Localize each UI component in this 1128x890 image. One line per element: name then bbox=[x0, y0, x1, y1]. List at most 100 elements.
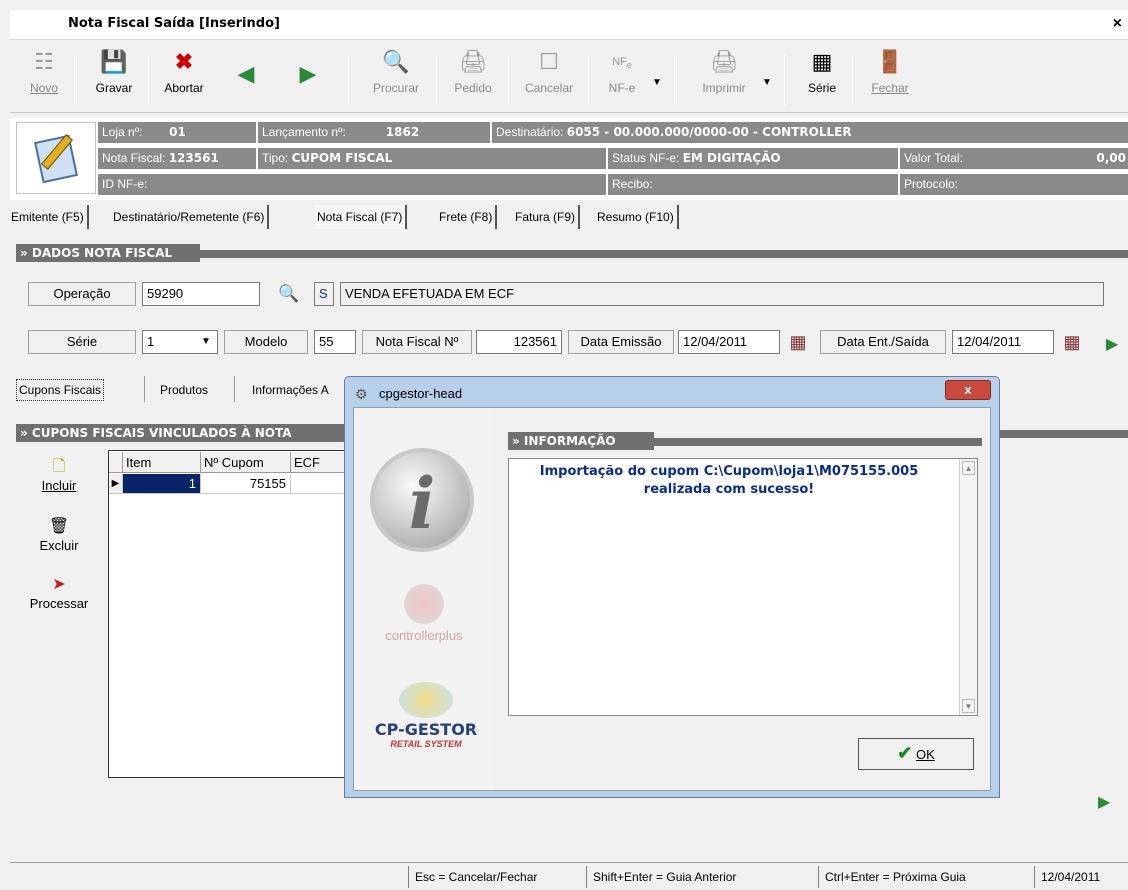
column-header-ecf[interactable]: ECF bbox=[291, 452, 351, 473]
column-header-item[interactable]: Item bbox=[123, 452, 201, 473]
tab-emitente[interactable]: Emitente (F5) bbox=[8, 205, 89, 229]
row-indicator-icon: ▶ bbox=[109, 474, 123, 494]
dialog-message: Importação do cupom C:\Cupom\loja1\M0751… bbox=[539, 464, 919, 497]
calendar-icon[interactable]: ▦ bbox=[1060, 331, 1084, 353]
table-row-ecf[interactable] bbox=[291, 474, 351, 494]
serie-select[interactable]: 1 ▼ bbox=[142, 330, 218, 354]
data-emissao-label: Data Emissão bbox=[568, 330, 674, 354]
edit-document-icon bbox=[16, 122, 96, 194]
operacao-input[interactable]: 59290 bbox=[142, 282, 260, 306]
arrow-right-icon: ▶ bbox=[299, 61, 317, 86]
door-icon: 🚪 bbox=[876, 49, 904, 74]
nfe-button[interactable]: NFe NF-e bbox=[594, 47, 650, 107]
incluir-button[interactable]: 🗋 Incluir bbox=[16, 456, 102, 493]
dialog-scrollbar[interactable]: ▲ ▼ bbox=[959, 459, 977, 715]
trash-icon: 🗑 bbox=[48, 518, 70, 535]
procurar-button[interactable]: 🔍 Procurar bbox=[358, 47, 434, 107]
nfe-dropdown-icon[interactable]: ▼ bbox=[652, 77, 662, 88]
valor-total-field: Valor Total: 0,00 bbox=[900, 148, 1128, 169]
loja-field: Loja nº: 01 bbox=[98, 122, 256, 143]
abort-x-icon: ✖ bbox=[174, 49, 194, 74]
abortar-button[interactable]: ✖ Abortar bbox=[156, 47, 212, 107]
serie-label: Série bbox=[28, 330, 136, 354]
processar-button[interactable]: ➤ Processar bbox=[16, 574, 102, 611]
tab-informacoes[interactable]: Informações A bbox=[252, 379, 329, 401]
cancel-document-icon: ☐ bbox=[539, 49, 559, 74]
gravar-button[interactable]: 💾 Gravar bbox=[86, 47, 142, 107]
dialog-close-button[interactable]: x bbox=[945, 380, 991, 400]
nota-fiscal-input[interactable]: 123561 bbox=[476, 330, 562, 354]
previous-button[interactable]: ◀ bbox=[226, 47, 266, 107]
column-header-cupom[interactable]: Nº Cupom bbox=[201, 452, 291, 473]
tab-resumo[interactable]: Resumo (F10) bbox=[594, 205, 679, 229]
dialog-branding: i controllerplus CP-GESTOR RETAIL SYSTEM bbox=[354, 408, 494, 790]
imprimir-button[interactable]: 🖨 Imprimir bbox=[686, 47, 762, 107]
arrow-right-icon[interactable]: ▶ bbox=[1098, 792, 1110, 812]
barcode-icon: ▦ bbox=[811, 49, 833, 74]
new-item-icon: 🗋 bbox=[52, 458, 66, 475]
operacao-flag: S bbox=[314, 282, 334, 306]
info-dialog: ⚙ cpgestor-head x i controllerplus CP-GE… bbox=[344, 376, 1000, 798]
tipo-field: Tipo: CUPOM FISCAL bbox=[258, 148, 606, 169]
novo-button[interactable]: ☷ Novo bbox=[24, 47, 64, 107]
tab-fatura[interactable]: Fatura (F9) bbox=[512, 205, 581, 229]
data-emissao-input[interactable]: 12/04/2011 bbox=[678, 330, 780, 354]
tab-destinatario[interactable]: Destinatário/Remetente (F6) bbox=[110, 205, 270, 229]
new-document-icon: ☷ bbox=[34, 49, 54, 74]
gear-icon: ⚙ bbox=[355, 386, 368, 402]
pedido-button[interactable]: 🖨 Pedido bbox=[440, 47, 506, 107]
id-nfe-field: ID NF-e: bbox=[98, 174, 606, 195]
search-operacao-icon[interactable]: 🔍 bbox=[278, 284, 299, 304]
modelo-input[interactable]: 55 bbox=[314, 330, 356, 354]
tab-cupons-fiscais[interactable]: Cupons Fiscais bbox=[16, 379, 105, 401]
ok-button[interactable]: ✔ OK bbox=[858, 738, 974, 770]
dialog-message-box[interactable]: Importação do cupom C:\Cupom\loja1\M0751… bbox=[508, 458, 978, 716]
cancelar-button[interactable]: ☐ Cancelar bbox=[514, 47, 584, 107]
data-entsaida-input[interactable]: 12/04/2011 bbox=[952, 330, 1054, 354]
status-bar: Esc = Cancelar/Fechar Shift+Enter = Guia… bbox=[10, 862, 1128, 890]
destinatario-field: Destinatário: 6055 - 00.000.000/0000-00 … bbox=[492, 122, 1128, 143]
cupons-grid[interactable]: Item Nº Cupom ECF ▶ 1 75155 bbox=[108, 450, 351, 778]
status-shift: Shift+Enter = Guia Anterior bbox=[586, 866, 786, 888]
status-esc: Esc = Cancelar/Fechar bbox=[408, 866, 576, 888]
imprimir-dropdown-icon[interactable]: ▼ bbox=[762, 77, 772, 88]
fechar-button[interactable]: 🚪 Fechar bbox=[862, 47, 918, 107]
window-title: Nota Fiscal Saída [Inserindo] bbox=[68, 16, 280, 31]
table-row-item[interactable]: 1 bbox=[123, 474, 201, 494]
printer-icon: 🖨 bbox=[710, 49, 738, 74]
checkmark-icon: ✔ bbox=[897, 743, 913, 763]
nota-header-panel: Loja nº: 01 Lançamento nº: 1862 Destinat… bbox=[10, 118, 1128, 200]
tab-nota-fiscal[interactable]: Nota Fiscal (F7) bbox=[314, 205, 408, 229]
window-close-button[interactable]: × bbox=[1113, 15, 1122, 33]
arrow-left-icon: ◀ bbox=[237, 61, 255, 86]
operacao-label: Operação bbox=[28, 282, 136, 306]
arrow-right-icon[interactable]: ▶ bbox=[1106, 334, 1118, 354]
nota-fiscal-field: Nota Fiscal: 123561 bbox=[98, 148, 256, 169]
modelo-label: Modelo bbox=[224, 330, 308, 354]
calendar-icon[interactable]: ▦ bbox=[786, 331, 810, 353]
scroll-up-icon[interactable]: ▲ bbox=[962, 461, 975, 475]
chevron-down-icon[interactable]: ▼ bbox=[197, 331, 215, 353]
protocolo-field: Protocolo: bbox=[900, 174, 1128, 195]
next-button[interactable]: ▶ bbox=[288, 47, 328, 107]
scroll-down-icon[interactable]: ▼ bbox=[962, 699, 975, 713]
recibo-field: Recibo: bbox=[608, 174, 898, 195]
serie-button[interactable]: ▦ Série bbox=[794, 47, 850, 107]
save-icon: 💾 bbox=[100, 49, 128, 74]
order-icon: 🖨 bbox=[459, 49, 487, 74]
toolbar: ☷ Novo 💾 Gravar ✖ Abortar ◀ ▶ 🔍 Procurar… bbox=[10, 41, 1128, 113]
status-date: 12/04/2011 bbox=[1034, 866, 1128, 888]
tab-frete[interactable]: Frete (F8) bbox=[436, 205, 498, 229]
excluir-button[interactable]: 🗑 Excluir bbox=[16, 516, 102, 553]
table-row-cupom[interactable]: 75155 bbox=[201, 474, 291, 494]
operacao-description: VENDA EFETUADA EM ECF bbox=[340, 282, 1104, 306]
controllerplus-logo: controllerplus bbox=[376, 584, 472, 664]
process-arrow-icon: ➤ bbox=[52, 576, 66, 593]
cp-gestor-logo: CP-GESTOR RETAIL SYSTEM bbox=[364, 682, 488, 782]
search-icon: 🔍 bbox=[382, 49, 410, 74]
tab-produtos[interactable]: Produtos bbox=[160, 379, 208, 401]
dialog-title: cpgestor-head bbox=[379, 386, 463, 401]
status-nfe-field: Status NF-e: EM DIGITAÇÃO bbox=[608, 148, 898, 169]
window-titlebar: Nota Fiscal Saída [Inserindo] × bbox=[10, 10, 1128, 40]
status-ctrl: Ctrl+Enter = Próxima Guia bbox=[818, 866, 1028, 888]
